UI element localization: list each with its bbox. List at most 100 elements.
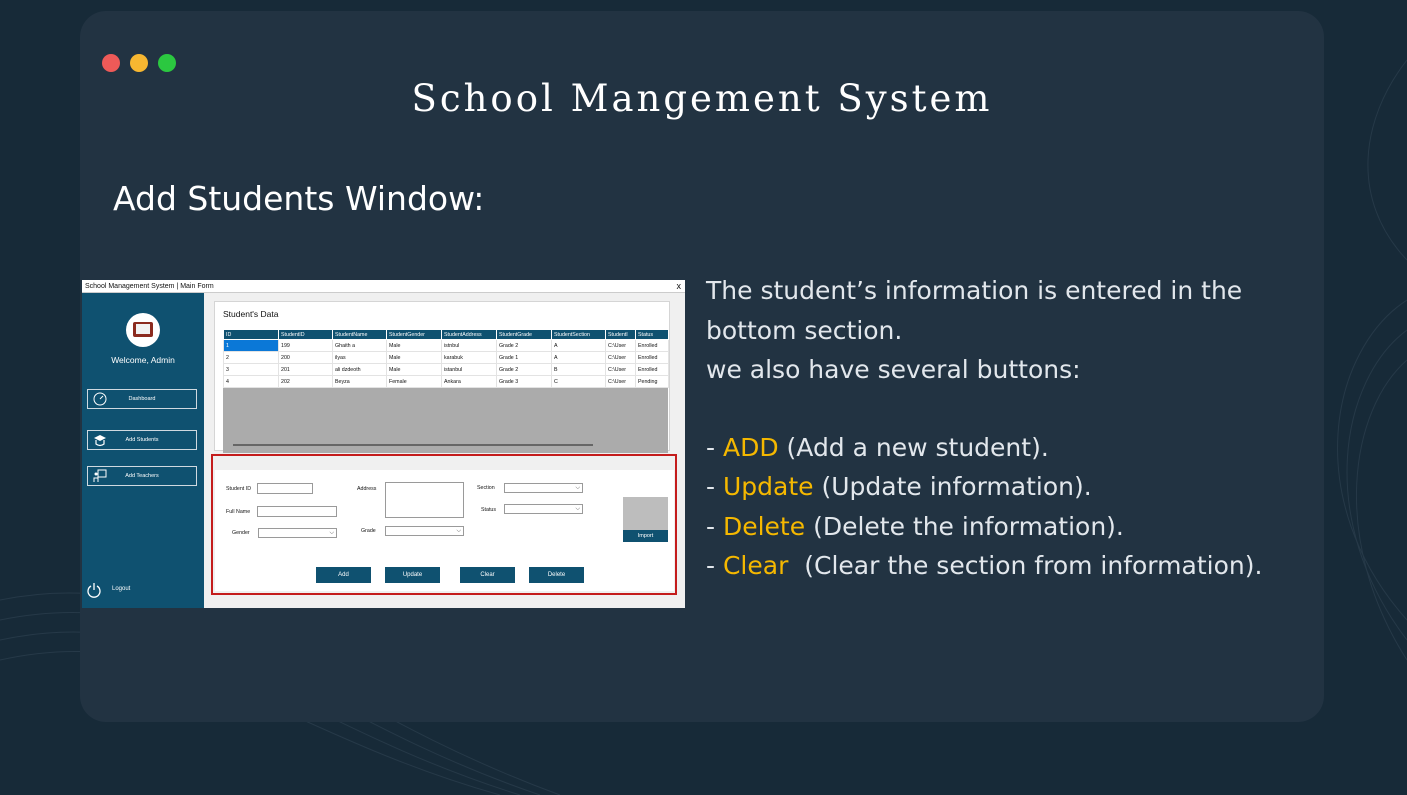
sidebar-item-label: Dashboard [128, 396, 156, 402]
main-panel: Student's Data ID StudentID StudentName … [204, 293, 685, 608]
table-cell[interactable]: 201 [278, 363, 333, 376]
table-row[interactable]: 3 201 ali dzdeoth Male istanbul Grade 2 … [223, 363, 669, 376]
table-cell[interactable]: 199 [278, 339, 333, 352]
column-header[interactable]: Status [635, 329, 669, 340]
table-cell[interactable]: istnbul [441, 339, 497, 352]
window-dots [102, 54, 176, 72]
bullet-clear: - Clear (Clear the section from informat… [706, 551, 1263, 580]
table-cell[interactable]: C:\User [605, 363, 636, 376]
column-header[interactable]: StudentGrade [496, 329, 552, 340]
description-line-1: The student’s information is entered in … [706, 276, 1243, 345]
table-row[interactable]: 2 200 ilyas Male karabuk Grade 1 A C:\Us… [223, 351, 669, 364]
status-label: Status [481, 507, 497, 513]
table-cell[interactable]: 202 [278, 375, 333, 388]
table-cell[interactable]: Grade 2 [496, 363, 552, 376]
update-button[interactable]: Update [385, 567, 440, 583]
gender-select[interactable]: ⌵ [258, 528, 337, 538]
table-cell[interactable]: karabuk [441, 351, 497, 364]
table-cell[interactable]: Male [386, 363, 442, 376]
column-header[interactable]: StudentGender [386, 329, 442, 340]
table-cell[interactable]: Pending [635, 375, 669, 388]
slide-subtitle: Add Students Window: [113, 179, 485, 218]
table-cell[interactable]: 200 [278, 351, 333, 364]
table-cell[interactable]: A [551, 351, 606, 364]
column-header[interactable]: ID [223, 329, 279, 340]
logout-label: Logout [112, 586, 131, 592]
data-heading: Student's Data [223, 309, 279, 319]
grade-select[interactable]: ⌵ [385, 526, 464, 536]
table-cell[interactable]: C:\User [605, 351, 636, 364]
table-cell[interactable]: Male [386, 351, 442, 364]
sidebar-item-label: Add Students [125, 437, 159, 443]
table-cell[interactable]: C [551, 375, 606, 388]
app-screenshot: School Management System | Main Form x W… [82, 280, 685, 608]
close-icon[interactable]: x [677, 280, 682, 293]
student-id-label: Student ID [226, 486, 252, 492]
sidebar-item-add-teachers[interactable]: Add Teachers [87, 466, 197, 486]
bullet-update: - Update (Update information). [706, 472, 1092, 501]
import-button[interactable]: Import [623, 530, 668, 542]
students-table[interactable]: ID StudentID StudentName StudentGender S… [223, 329, 669, 453]
welcome-text: Welcome, Admin [111, 355, 175, 365]
table-cell[interactable]: 4 [223, 375, 279, 388]
power-icon [87, 583, 101, 598]
table-cell[interactable]: Grade 3 [496, 375, 552, 388]
table-cell[interactable]: Male [386, 339, 442, 352]
table-cell[interactable]: 3 [223, 363, 279, 376]
full-name-input[interactable] [257, 506, 337, 517]
slide-title: School Mangement System [411, 77, 993, 120]
chevron-down-icon: ⌵ [329, 530, 334, 536]
sidebar-item-dashboard[interactable]: Dashboard [87, 389, 197, 409]
horizontal-scrollbar[interactable] [233, 444, 593, 446]
table-cell[interactable]: ilyas [332, 351, 387, 364]
description: The student’s information is entered in … [706, 271, 1316, 586]
table-header-row: ID StudentID StudentName StudentGender S… [223, 329, 669, 340]
add-button[interactable]: Add [316, 567, 371, 583]
sidebar-item-label: Add Teachers [125, 473, 159, 479]
address-input[interactable] [385, 482, 464, 518]
table-row[interactable]: 1 199 Ghaith a Male istnbul Grade 2 A C:… [223, 339, 669, 352]
table-cell[interactable]: 1 [223, 339, 279, 352]
student-form: Student ID Full Name Gender ⌵ Address Gr… [215, 470, 674, 591]
yellow-dot-icon [130, 54, 148, 72]
window-title: School Management System | Main Form [82, 280, 685, 293]
table-cell[interactable]: Enrolled [635, 363, 669, 376]
status-select[interactable]: ⌵ [504, 504, 583, 514]
green-dot-icon [158, 54, 176, 72]
gender-label: Gender [232, 530, 250, 536]
sidebar-item-add-students[interactable]: Add Students [87, 430, 197, 450]
table-cell[interactable]: 2 [223, 351, 279, 364]
bullet-add: - ADD (Add a new student). [706, 432, 1049, 462]
table-cell[interactable]: Grade 1 [496, 351, 552, 364]
table-cell[interactable]: Ghaith a [332, 339, 387, 352]
column-header[interactable]: StudentSection [551, 329, 606, 340]
column-header[interactable]: StudentID [278, 329, 333, 340]
table-cell[interactable]: Enrolled [635, 351, 669, 364]
table-cell[interactable]: C:\User [605, 375, 636, 388]
student-id-input[interactable] [257, 483, 313, 494]
table-cell[interactable]: Beyza [332, 375, 387, 388]
address-label: Address [357, 486, 377, 492]
table-cell[interactable]: C:\User [605, 339, 636, 352]
delete-button[interactable]: Delete [529, 567, 584, 583]
column-header[interactable]: StudentI [605, 329, 636, 340]
full-name-label: Full Name [226, 509, 251, 515]
students-data-panel: Student's Data ID StudentID StudentName … [214, 301, 670, 453]
grade-label: Grade [361, 528, 376, 534]
column-header[interactable]: StudentName [332, 329, 387, 340]
chevron-down-icon: ⌵ [575, 506, 580, 512]
column-header[interactable]: StudentAddress [441, 329, 497, 340]
table-cell[interactable]: istanbul [441, 363, 497, 376]
bullet-delete: - Delete (Delete the information). [706, 511, 1124, 541]
table-cell[interactable]: ali dzdeoth [332, 363, 387, 376]
chevron-down-icon: ⌵ [456, 528, 461, 534]
table-cell[interactable]: B [551, 363, 606, 376]
table-cell[interactable]: Ankara [441, 375, 497, 388]
section-select[interactable]: ⌵ [504, 483, 583, 493]
table-cell[interactable]: A [551, 339, 606, 352]
table-cell[interactable]: Female [386, 375, 442, 388]
table-cell[interactable]: Enrolled [635, 339, 669, 352]
table-row[interactable]: 4 202 Beyza Female Ankara Grade 3 C C:\U… [223, 375, 669, 388]
clear-button[interactable]: Clear [460, 567, 515, 583]
table-cell[interactable]: Grade 2 [496, 339, 552, 352]
